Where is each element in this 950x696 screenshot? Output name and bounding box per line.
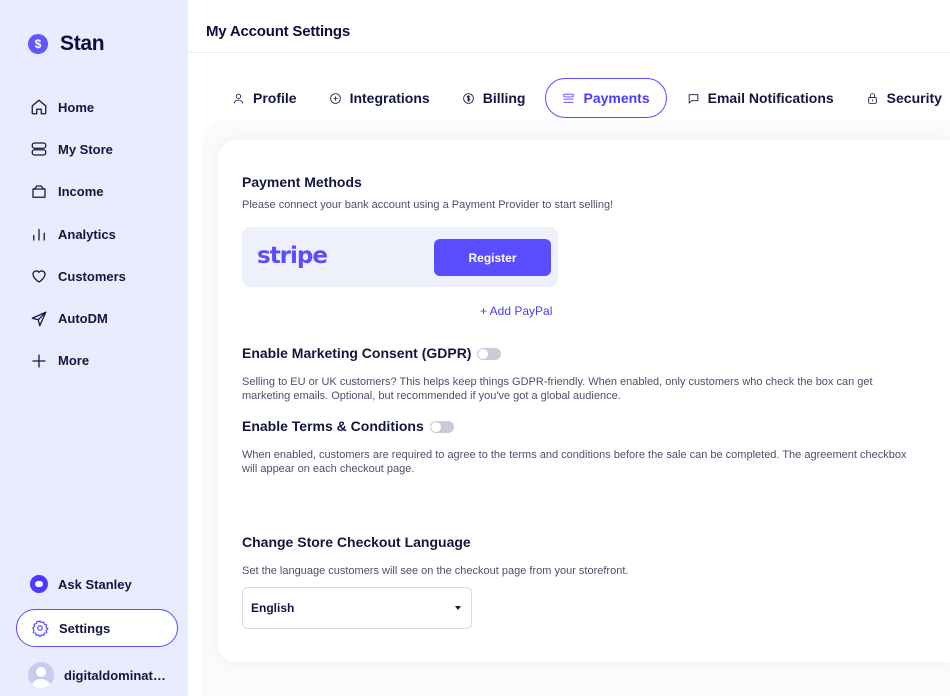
payment-methods-description: Please connect your bank account using a… [242,199,614,211]
stripe-provider-box: stripe Register [242,227,558,287]
home-icon [31,99,47,115]
sidebar-item-label: More [58,353,90,369]
send-icon [31,311,47,327]
sidebar-item-label: Home [58,99,95,115]
sidebar-item-label: Analytics [58,226,116,242]
terms-toggle[interactable] [429,421,454,434]
terms-description: When enabled, customers are required to … [242,449,907,475]
tab-label: Security [886,90,942,106]
language-select[interactable]: English [242,587,472,629]
tab-billing[interactable]: Billing [446,78,542,118]
tab-profile[interactable]: Profile [220,78,313,118]
stanley-bot-icon [30,575,48,593]
sidebar-item-customers[interactable]: Customers [30,255,126,297]
ask-stanley-label: Ask Stanley [58,576,132,592]
tab-integrations[interactable]: Integrations [313,78,446,118]
chevron-down-icon [455,606,461,610]
sidebar-item-income[interactable]: Income [30,171,126,213]
main-area: My Account Settings Profile Integrations… [188,0,950,696]
user-profile[interactable]: digitaldominat… [28,662,166,688]
sidebar-item-my-store[interactable]: My Store [30,128,126,170]
settings-label: Settings [59,620,111,636]
bar-chart-icon [33,228,45,241]
heart-icon [32,270,46,283]
terms-title: Enable Terms & Conditions [242,418,424,434]
language-selected-value: English [251,601,295,615]
sidebar-item-more[interactable]: More [30,340,126,382]
sidebar-item-home[interactable]: Home [30,86,126,128]
username: digitaldominat… [64,667,166,683]
lock-icon [867,92,877,104]
sidebar-item-autodm[interactable]: AutoDM [30,297,126,339]
tab-email-notifications[interactable]: Email Notifications [671,78,850,118]
sidebar-item-label: My Store [58,141,113,157]
gdpr-title: Enable Marketing Consent (GDPR) [242,345,472,361]
user-icon [233,93,244,104]
tab-label: Payments [583,90,650,106]
dollar-circle-icon [462,92,474,104]
tab-payments[interactable]: Payments [545,78,667,118]
tab-security[interactable]: Security [850,78,950,118]
ask-stanley-button[interactable]: Ask Stanley [30,575,132,593]
avatar [28,662,54,688]
add-paypal-link[interactable]: + Add PayPal [480,304,552,318]
page-title: My Account Settings [206,23,350,40]
payment-methods-heading: Payment Methods [242,174,362,190]
sidebar-item-label: Income [58,184,104,200]
gdpr-description: Selling to EU or UK customers? This help… [242,376,873,402]
sidebar-item-label: Customers [58,268,126,284]
stan-logo-icon: $ [28,34,48,54]
tab-label: Integrations [349,90,430,106]
wallet-icon [32,185,46,198]
brand[interactable]: $ Stan [28,32,105,56]
sidebar-item-settings[interactable]: Settings [16,609,178,647]
message-icon [688,93,698,104]
gdpr-toggle[interactable] [477,348,502,361]
stripe-register-button[interactable]: Register [434,239,551,276]
gdpr-heading: Enable Marketing Consent (GDPR) [242,345,502,361]
sidebar-nav: Home My Store Income Analytics Customers… [30,86,126,382]
language-description: Set the language customers will see on t… [242,565,629,577]
stripe-logo: stripe [257,243,328,269]
gear-icon [32,619,49,637]
store-icon [31,142,47,157]
terms-heading: Enable Terms & Conditions [242,418,454,434]
settings-tabs: Profile Integrations Billing Payments Em… [220,78,950,118]
sidebar-item-analytics[interactable]: Analytics [30,213,126,255]
plus-circle-icon [329,92,341,104]
brand-name: Stan [60,32,105,55]
header-divider [188,52,950,53]
plus-icon [32,354,46,368]
sidebar-item-label: AutoDM [58,311,108,327]
language-heading: Change Store Checkout Language [242,534,471,550]
sidebar: $ Stan Home My Store Income Analytics Cu… [0,0,188,696]
tab-label: Profile [253,90,297,106]
tab-label: Billing [482,90,526,106]
tab-label: Email Notifications [707,90,834,106]
list-icon [563,93,575,103]
